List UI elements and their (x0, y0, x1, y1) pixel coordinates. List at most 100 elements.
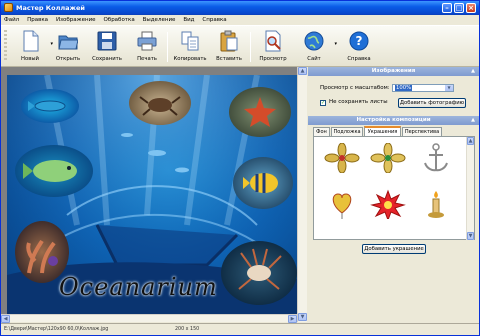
copy-icon (181, 31, 199, 51)
save-button[interactable]: Сохранить (86, 29, 128, 65)
preview-button[interactable]: Просмотр (252, 29, 294, 65)
scroll-up-arrow[interactable]: ▲ (467, 137, 474, 145)
menu-selection[interactable]: Выделение (140, 15, 179, 25)
open-label: Открыть (55, 56, 81, 62)
window-title: Мастер Коллажей (16, 4, 85, 12)
images-panel-header[interactable]: Изображения ▲ (308, 67, 479, 76)
help-button[interactable]: ? Справка (338, 29, 380, 65)
menu-edit[interactable]: Правка (24, 15, 51, 25)
scroll-right-arrow[interactable]: ▶ (288, 315, 297, 323)
red-star-burst-ornament-icon[interactable] (370, 189, 406, 222)
chevron-down-icon[interactable]: ▼ (445, 85, 453, 91)
anchor-ornament-icon[interactable] (418, 143, 454, 173)
photo-starfish[interactable] (229, 87, 291, 137)
preview-magnifier-icon (265, 30, 281, 52)
menu-file[interactable]: Файл (1, 15, 22, 25)
svg-text:?: ? (356, 34, 363, 48)
chevron-up-icon[interactable]: ▲ (471, 67, 475, 76)
photo-tropical-fish[interactable] (233, 157, 293, 209)
collage-canvas[interactable]: Oceanarium (7, 75, 301, 314)
menu-help[interactable]: Справка (199, 15, 229, 25)
website-globe-icon (304, 31, 324, 51)
print-label: Печать (137, 56, 157, 62)
app-window: Мастер Коллажей – □ × Файл Правка Изобра… (0, 0, 480, 336)
scroll-down-arrow[interactable]: ▼ (467, 232, 474, 240)
scroll-left-arrow[interactable]: ◀ (1, 315, 10, 323)
tab-underlay[interactable]: Подложка (331, 127, 363, 136)
new-button[interactable]: Новый ▾ (9, 29, 53, 65)
tab-perspective[interactable]: Перспектива (402, 127, 442, 136)
fish-icon (243, 173, 278, 193)
heart-balloon-ornament-icon[interactable] (324, 189, 360, 219)
gold-flower-ornament-icon[interactable] (324, 142, 360, 174)
status-bar: Е:\Двери\Мастер\120x90 60,0\Коллаж.jpg 2… (1, 323, 479, 335)
maximize-button[interactable]: □ (454, 3, 464, 13)
toolbar: Новый ▾ Открыть Сохранить Печать Копиров… (1, 25, 479, 67)
chevron-up-icon[interactable]: ▲ (471, 116, 475, 125)
add-photo-button[interactable]: Добавить фотографию (398, 98, 466, 108)
chevron-down-icon: ▾ (334, 41, 337, 47)
composition-panel-header[interactable]: Настройка композиции ▲ (308, 116, 479, 125)
save-label: Сохранить (92, 56, 122, 62)
paste-button[interactable]: Вставить (208, 29, 250, 65)
photo-lionfish[interactable] (221, 241, 297, 305)
open-folder-icon (58, 35, 78, 50)
images-panel-title: Изображения (371, 68, 416, 74)
canvas-vertical-scrollbar[interactable]: ▲ ▼ (297, 67, 307, 322)
copy-button[interactable]: Копировать (169, 29, 211, 65)
paste-label: Вставить (216, 56, 242, 62)
open-button[interactable]: Открыть (47, 29, 89, 65)
photo-blue-fish[interactable] (21, 89, 79, 123)
toolbar-separator (250, 32, 251, 62)
new-document-icon (23, 30, 39, 52)
website-button[interactable]: Сайт ▾ (293, 29, 337, 65)
copy-label: Копировать (173, 56, 207, 62)
fish-icon (23, 160, 77, 182)
photo-crab[interactable] (129, 81, 191, 125)
zoom-value: 100% (395, 85, 413, 91)
crab-icon (139, 96, 181, 116)
keep-sheets-checkbox[interactable]: ✓ (320, 100, 326, 106)
canvas-horizontal-scrollbar[interactable]: ◀ ▶ (1, 314, 297, 323)
save-disk-icon (97, 31, 117, 51)
tab-background[interactable]: Фон (313, 127, 330, 136)
help-label: Справка (347, 56, 371, 62)
printer-icon (137, 31, 157, 51)
paste-clipboard-icon (220, 30, 238, 52)
menu-bar: Файл Правка Изображение Обработка Выделе… (1, 15, 479, 25)
gold-flower-ornament-2-icon[interactable] (370, 142, 406, 174)
ornament-gallery: ▲ ▼ (313, 136, 475, 240)
composition-tabs: Фон Подложка Украшения Перспектива (308, 126, 479, 136)
photo-green-fish[interactable] (15, 145, 93, 197)
tab-ornaments[interactable]: Украшения (364, 126, 401, 136)
fish-icon (28, 100, 66, 112)
minimize-button[interactable]: – (442, 3, 452, 13)
side-panel: Изображения ▲ Просмотр с масштабом: 100%… (308, 67, 479, 322)
print-button[interactable]: Печать (126, 29, 168, 65)
toolbar-grip[interactable] (4, 30, 7, 62)
lionfish-icon (238, 248, 282, 290)
website-label: Сайт (307, 56, 321, 62)
app-icon (4, 3, 13, 12)
menu-image[interactable]: Изображение (53, 15, 99, 25)
gallery-scrollbar[interactable]: ▲ ▼ (466, 137, 474, 240)
composition-panel-title: Настройка композиции (356, 117, 431, 123)
collage-title-text[interactable]: Oceanarium (59, 273, 218, 301)
menu-view[interactable]: Вид (180, 15, 197, 25)
zoom-select[interactable]: 100% ▼ (392, 84, 454, 92)
preview-scale-label: Просмотр с масштабом: (320, 85, 390, 91)
status-dimensions: 200 x 150 (175, 327, 200, 332)
close-button[interactable]: × (466, 3, 476, 13)
menu-processing[interactable]: Обработка (100, 15, 137, 25)
candle-ornament-icon[interactable] (418, 189, 454, 219)
keep-sheets-label: Не сохранять листы (329, 99, 388, 105)
new-label: Новый (21, 56, 39, 62)
add-ornament-button[interactable]: Добавить украшение (362, 244, 426, 254)
help-icon: ? (349, 31, 369, 51)
title-bar[interactable]: Мастер Коллажей – □ × (1, 1, 479, 15)
toolbar-separator (167, 32, 168, 62)
scroll-down-arrow[interactable]: ▼ (298, 313, 307, 321)
canvas-area: Oceanarium (1, 67, 307, 322)
starfish-icon (244, 97, 276, 127)
scroll-up-arrow[interactable]: ▲ (298, 67, 307, 75)
